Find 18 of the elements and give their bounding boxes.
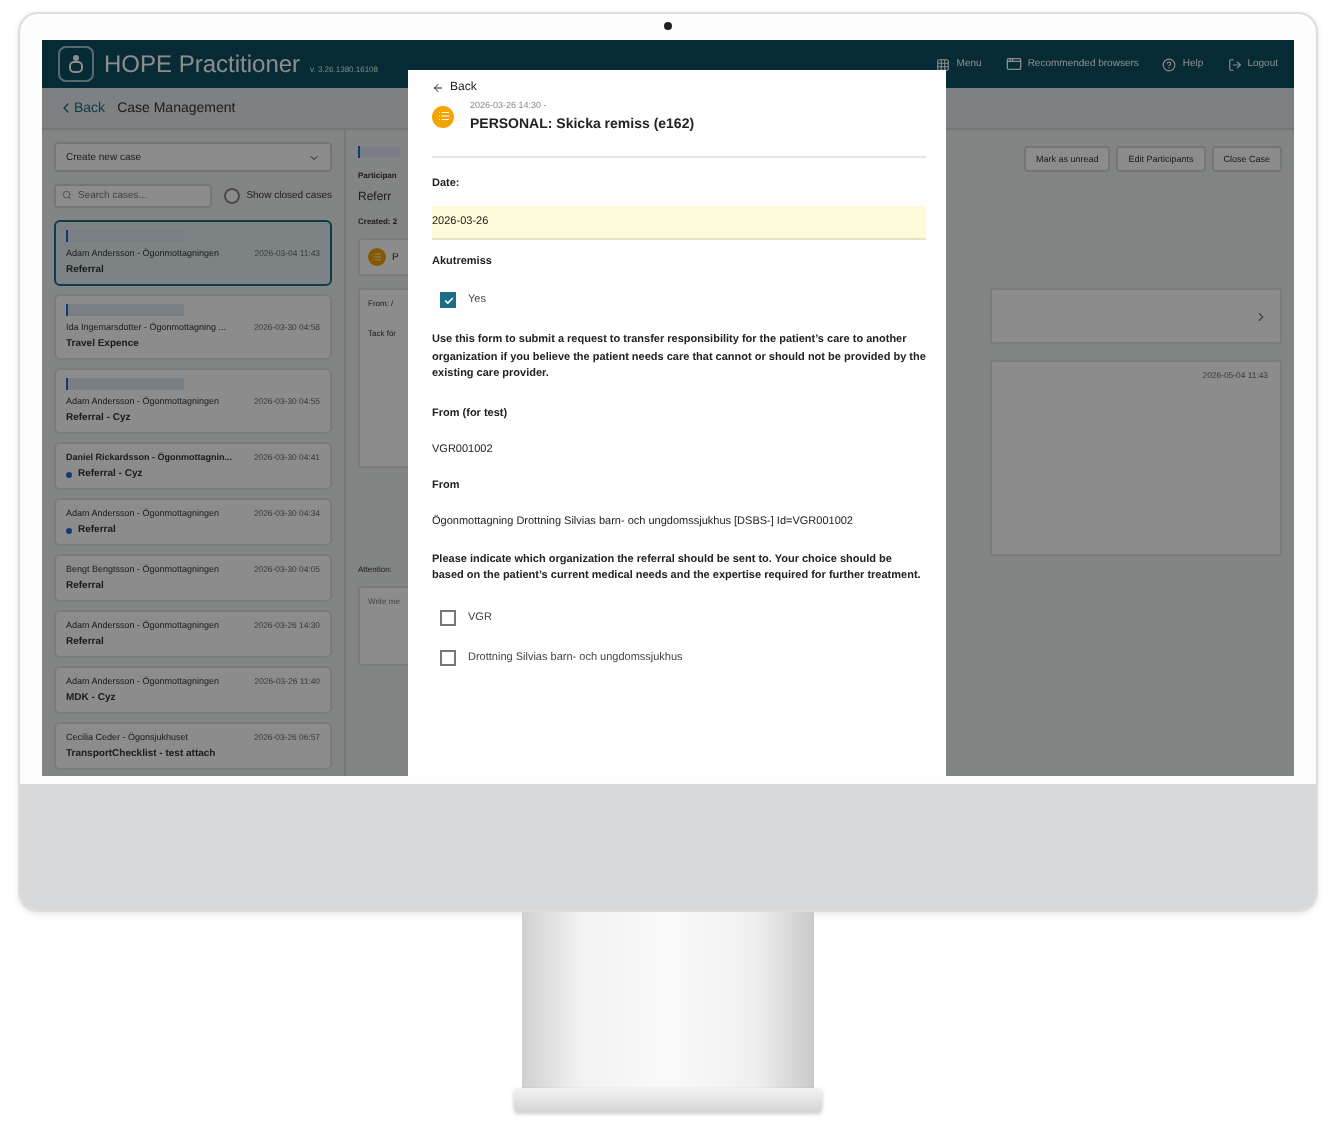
case-tag — [358, 146, 400, 158]
chevron-down-icon — [308, 151, 320, 163]
back-arrow-icon — [432, 82, 444, 94]
checkbox[interactable] — [440, 292, 456, 308]
chevron-icon — [1254, 309, 1268, 323]
chevron-left-icon — [58, 100, 74, 116]
checkbox[interactable] — [440, 609, 456, 625]
camera-dot — [664, 22, 672, 30]
checkbox[interactable] — [440, 649, 456, 665]
show-closed-toggle[interactable] — [224, 188, 241, 204]
logo-icon — [58, 46, 94, 82]
app-title: HOPE Practitioner — [104, 50, 301, 78]
search-icon — [62, 190, 72, 200]
list-icon — [368, 248, 386, 266]
list-icon — [432, 105, 454, 127]
window-icon — [1005, 56, 1022, 72]
help-icon — [1162, 57, 1177, 71]
logout-icon — [1227, 57, 1242, 71]
